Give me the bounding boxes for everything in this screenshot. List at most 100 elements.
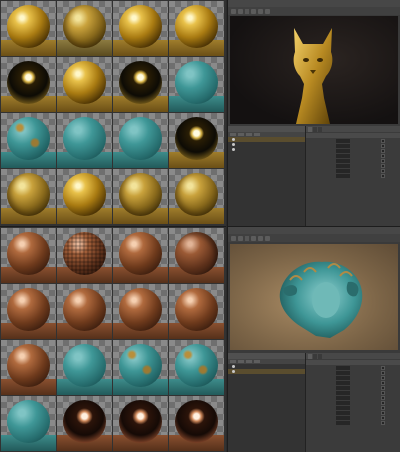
material-thumbnail[interactable]: [1, 113, 56, 168]
material-thumbnail[interactable]: [1, 169, 56, 224]
material-thumbnail[interactable]: [113, 396, 168, 451]
attribute-checkbox[interactable]: [381, 410, 385, 415]
material-preview-sphere: [63, 344, 106, 387]
attribute-checkbox[interactable]: [381, 153, 385, 158]
material-thumbnail[interactable]: [113, 1, 168, 56]
material-thumbnail[interactable]: [1, 1, 56, 56]
attribute-value-field[interactable]: [336, 390, 350, 395]
material-thumbnail[interactable]: [1, 396, 56, 451]
material-thumbnail[interactable]: [1, 284, 56, 339]
material-thumbnail[interactable]: [113, 228, 168, 283]
attribute-checkbox[interactable]: [381, 148, 385, 153]
outliner-row[interactable]: [228, 147, 305, 152]
attribute-value-field[interactable]: [336, 415, 350, 420]
settings-icon[interactable]: [265, 8, 270, 14]
attribute-checkbox[interactable]: [381, 415, 385, 420]
attribute-checkbox[interactable]: [381, 395, 385, 400]
attribute-checkbox[interactable]: [381, 138, 385, 143]
attribute-checkbox[interactable]: [381, 143, 385, 148]
attribute-value-field[interactable]: [336, 163, 350, 168]
material-thumbnail[interactable]: [1, 228, 56, 283]
settings-icon[interactable]: [265, 235, 270, 241]
attribute-value-field[interactable]: [336, 148, 350, 153]
outliner-row[interactable]: [228, 369, 305, 374]
attribute-value-field[interactable]: [336, 385, 350, 390]
grid-icon[interactable]: [251, 8, 256, 14]
material-thumbnail[interactable]: [169, 228, 224, 283]
attribute-tab[interactable]: [313, 354, 317, 359]
material-thumbnail[interactable]: [113, 169, 168, 224]
material-thumbnail[interactable]: [57, 284, 112, 339]
camera-select[interactable]: [245, 235, 249, 241]
attribute-checkbox[interactable]: [381, 163, 385, 168]
attribute-value-field[interactable]: [336, 395, 350, 400]
attribute-value-field[interactable]: [336, 380, 350, 385]
attribute-value-field[interactable]: [336, 405, 350, 410]
material-preview-sphere: [7, 288, 50, 331]
attribute-value-field[interactable]: [336, 143, 350, 148]
material-thumbnail[interactable]: [169, 57, 224, 112]
material-thumbnail[interactable]: [169, 113, 224, 168]
material-thumbnail[interactable]: [113, 340, 168, 395]
material-thumbnail[interactable]: [169, 340, 224, 395]
attribute-checkbox[interactable]: [381, 365, 385, 370]
attribute-value-field[interactable]: [336, 138, 350, 143]
material-thumbnail[interactable]: [57, 396, 112, 451]
attribute-checkbox[interactable]: [381, 390, 385, 395]
material-thumbnail[interactable]: [1, 57, 56, 112]
attribute-value-field[interactable]: [336, 375, 350, 380]
material-preview-sphere: [7, 61, 50, 104]
editor-panels: [228, 353, 400, 452]
attribute-tab[interactable]: [318, 127, 322, 132]
material-thumbnail[interactable]: [113, 284, 168, 339]
material-thumbnail[interactable]: [113, 113, 168, 168]
attribute-value-field[interactable]: [336, 168, 350, 173]
camera-icon[interactable]: [238, 235, 243, 241]
attribute-checkbox[interactable]: [381, 400, 385, 405]
attribute-value-field[interactable]: [336, 420, 350, 425]
render-viewport[interactable]: [230, 16, 398, 124]
material-thumbnail[interactable]: [169, 284, 224, 339]
attribute-checkbox[interactable]: [381, 158, 385, 163]
material-thumbnail[interactable]: [57, 57, 112, 112]
camera-select[interactable]: [245, 8, 249, 14]
light-icon[interactable]: [258, 235, 263, 241]
material-preview-sphere: [175, 117, 218, 160]
render-viewport[interactable]: [230, 244, 398, 350]
render-icon[interactable]: [231, 8, 236, 14]
material-thumbnail[interactable]: [169, 1, 224, 56]
attribute-checkbox[interactable]: [381, 370, 385, 375]
material-thumbnail[interactable]: [57, 340, 112, 395]
material-thumbnail[interactable]: [57, 169, 112, 224]
attribute-value-field[interactable]: [336, 410, 350, 415]
attribute-tab[interactable]: [318, 354, 322, 359]
material-thumbnail[interactable]: [169, 396, 224, 451]
light-icon[interactable]: [258, 8, 263, 14]
grid-icon[interactable]: [251, 235, 256, 241]
attribute-value-field[interactable]: [336, 400, 350, 405]
attribute-tab[interactable]: [308, 354, 312, 359]
attribute-value-field[interactable]: [336, 365, 350, 370]
attribute-tab[interactable]: [308, 127, 312, 132]
material-thumbnail[interactable]: [57, 228, 112, 283]
material-thumbnail[interactable]: [113, 57, 168, 112]
attribute-tab[interactable]: [313, 127, 317, 132]
material-thumbnail[interactable]: [57, 113, 112, 168]
attribute-checkbox[interactable]: [381, 405, 385, 410]
material-thumbnail[interactable]: [169, 169, 224, 224]
attribute-checkbox[interactable]: [381, 380, 385, 385]
attribute-value-field[interactable]: [336, 173, 350, 178]
attribute-checkbox[interactable]: [381, 168, 385, 173]
render-icon[interactable]: [231, 235, 236, 241]
attribute-checkbox[interactable]: [381, 375, 385, 380]
attribute-value-field[interactable]: [336, 158, 350, 163]
material-thumbnail[interactable]: [57, 1, 112, 56]
attribute-checkbox[interactable]: [381, 385, 385, 390]
camera-icon[interactable]: [238, 8, 243, 14]
attribute-checkbox[interactable]: [381, 420, 385, 425]
material-preview-sphere: [7, 232, 50, 275]
attribute-value-field[interactable]: [336, 153, 350, 158]
attribute-value-field[interactable]: [336, 370, 350, 375]
material-thumbnail[interactable]: [1, 340, 56, 395]
attribute-checkbox[interactable]: [381, 173, 385, 178]
